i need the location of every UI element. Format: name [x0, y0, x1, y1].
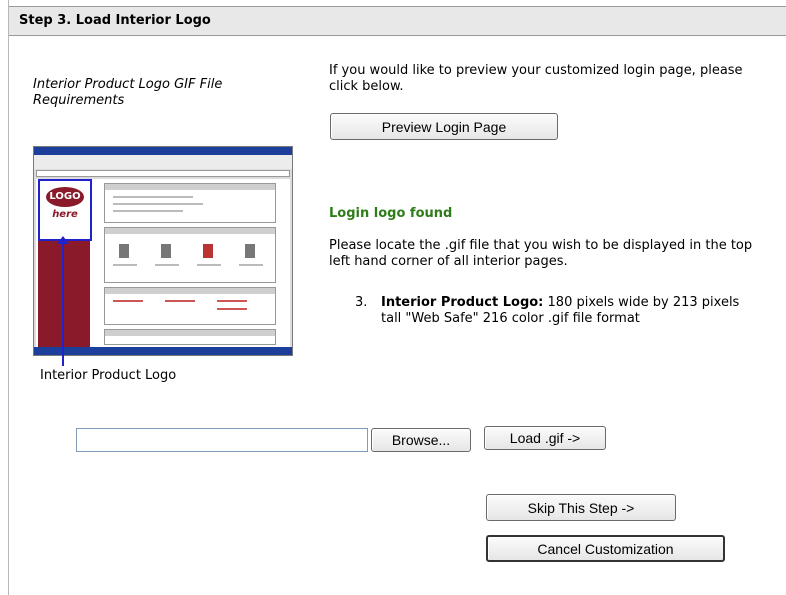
thumb-logo-text: LOGO	[46, 187, 84, 207]
cancel-customization-button[interactable]: Cancel Customization	[486, 535, 725, 562]
skip-step-button[interactable]: Skip This Step ->	[486, 494, 676, 521]
thumb-logo-placeholder: LOGO here	[38, 179, 92, 241]
spec-label: Interior Product Logo:	[381, 295, 544, 310]
thumb-taskbar	[34, 347, 292, 355]
thumb-address-bar	[36, 170, 290, 177]
thumb-panel-hardware	[104, 287, 276, 325]
thumb-panel-groups	[104, 227, 276, 283]
step-title: Step 3. Load Interior Logo	[19, 13, 211, 28]
preview-intro: If you would like to preview your custom…	[329, 63, 743, 94]
locate-instructions: Please locate the .gif file that you wis…	[329, 238, 753, 269]
browse-button[interactable]: Browse...	[371, 428, 471, 452]
thumb-panel-status	[104, 183, 276, 223]
spec-number: 3.	[355, 295, 368, 310]
login-logo-found-status: Login logo found	[329, 206, 453, 221]
spec-text: Interior Product Logo: 180 pixels wide b…	[381, 295, 761, 327]
thumb-logo-sub: here	[52, 209, 78, 220]
thumb-panel-system	[104, 329, 276, 345]
preview-login-page-button[interactable]: Preview Login Page	[330, 113, 558, 140]
interior-page-thumbnail: LOGO here	[33, 146, 293, 356]
requirements-title: Interior Product Logo GIF File Requireme…	[33, 77, 223, 108]
step-header: Step 3. Load Interior Logo	[9, 6, 786, 36]
thumb-titlebar	[34, 147, 292, 155]
thumbnail-caption: Interior Product Logo	[40, 368, 177, 383]
pointer-line	[62, 238, 64, 366]
thumb-toolbar	[34, 155, 292, 169]
gif-file-path-input[interactable]	[76, 428, 368, 452]
load-gif-button[interactable]: Load .gif ->	[484, 426, 606, 450]
